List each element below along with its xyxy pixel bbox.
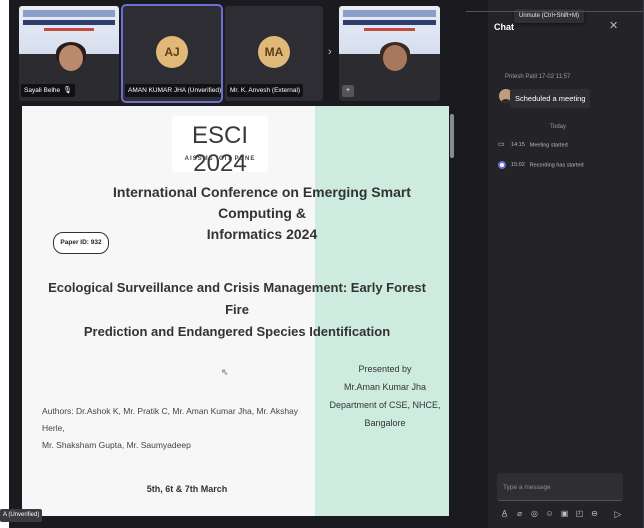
message-meta: Pritesh Patil 17-02 11:57 (505, 74, 571, 80)
participant-tile-3[interactable]: MA Mr. K. Anvesh (External) (225, 6, 323, 101)
message-input[interactable] (497, 473, 623, 501)
send-icon[interactable]: ▷ (612, 508, 624, 520)
participant-video (375, 42, 417, 101)
meeting-window: Sayali Belhe 🎙 AJ AMAN KUMAR JHA (Unverif… (9, 0, 644, 528)
more-icon[interactable]: ⊖ (589, 508, 600, 520)
attach-icon[interactable]: ⌀ (514, 508, 525, 520)
logo-title: ESCI 2024 (191, 122, 248, 177)
divider (466, 11, 644, 12)
participant-name: AMAN KUMAR JHA (Unverified) (125, 84, 221, 97)
participant-tile-1[interactable]: Sayali Belhe 🎙 (19, 6, 119, 101)
chat-message[interactable]: Scheduled a meeting (510, 89, 591, 108)
authors-list: Authors: Dr.Ashok K, Mr. Pratik C, Mr. A… (42, 403, 322, 454)
sticker-icon[interactable]: ◰ (574, 508, 585, 520)
event-time: 14:15 (511, 142, 525, 149)
avatar: MA (258, 36, 290, 68)
scrollbar-thumb[interactable] (450, 114, 454, 158)
presenter-city: Bangalore (364, 418, 406, 428)
format-icon[interactable]: A̲ (499, 508, 510, 520)
conference-title-line-1: International Conference on Emerging Sma… (113, 184, 411, 221)
participant-tile-4[interactable]: + (339, 6, 440, 101)
authors-line-2: Mr. Shaksham Gupta, Mr. Saumyadeep (42, 440, 191, 450)
recording-icon (498, 161, 506, 169)
message-composer[interactable] (497, 473, 623, 501)
chevron-right-icon[interactable]: › (328, 46, 332, 58)
participant-strip: Sayali Belhe 🎙 AJ AMAN KUMAR JHA (Unverif… (9, 0, 487, 104)
paper-title: Ecological Surveillance and Crisis Manag… (42, 277, 432, 343)
event-time: 15:02 (511, 162, 525, 169)
chat-panel: Chat Unmute (Ctrl+Shift+M) ✕ Pritesh Pat… (487, 0, 644, 528)
participant-name: Sayali Belhe (24, 87, 61, 94)
avatar: AJ (156, 36, 188, 68)
self-name-tag: A (Unverified) (0, 509, 43, 522)
conference-title-line-2: Informatics 2024 (206, 226, 318, 242)
date-divider: Today (550, 124, 567, 130)
presenter-info: Presented by Mr.Aman Kumar Jha Departmen… (329, 360, 441, 432)
meeting-icon: ▭ (498, 141, 505, 148)
authors-line-1: Authors: Dr.Ashok K, Mr. Pratik C, Mr. A… (42, 406, 299, 433)
emoji-icon[interactable]: ☺ (544, 508, 555, 520)
more-participants-badge[interactable]: + (342, 85, 354, 97)
gif-icon[interactable]: ▣ (559, 508, 570, 520)
participant-name-tag: Sayali Belhe 🎙 (21, 84, 76, 97)
loop-icon[interactable]: ◎ (529, 508, 540, 520)
close-icon[interactable]: ✕ (609, 19, 618, 32)
conference-logo: ESCI 2024 AISSMS IOIT PUNE (172, 116, 268, 177)
chat-title: Chat (494, 22, 514, 32)
event-meeting-started: ▭ 14:15 Meeting started (498, 141, 568, 149)
presenter-department: Department of CSE, NHCE, (329, 400, 441, 410)
participant-name: Mr. K. Anvesh (External) (227, 84, 304, 97)
slide-scrollbar[interactable] (449, 106, 455, 516)
presented-by-label: Presented by (358, 364, 412, 374)
logo-subtitle: AISSMS IOIT PUNE (184, 156, 256, 162)
shared-screen: ESCI 2024 AISSMS IOIT PUNE International… (22, 106, 450, 516)
paper-title-line-1: Ecological Surveillance and Crisis Manag… (48, 280, 426, 317)
event-text: Recording has started (529, 162, 584, 169)
participant-tile-2[interactable]: AJ AMAN KUMAR JHA (Unverified) (121, 4, 223, 103)
mic-icon: 🎙 (63, 87, 73, 94)
paper-id-badge: Paper ID: 932 (53, 232, 109, 254)
conference-title: International Conference on Emerging Sma… (82, 182, 442, 245)
presenter-name: Mr.Aman Kumar Jha (343, 382, 427, 392)
event-text: Meeting started (529, 142, 568, 149)
conference-dates: 5th, 6t & 7th March (146, 484, 228, 494)
mouse-cursor-icon: ⇖ (221, 367, 229, 377)
event-recording-started: 15:02 Recording has started (498, 161, 584, 169)
paper-title-line-2: Prediction and Endangered Species Identi… (83, 324, 391, 339)
